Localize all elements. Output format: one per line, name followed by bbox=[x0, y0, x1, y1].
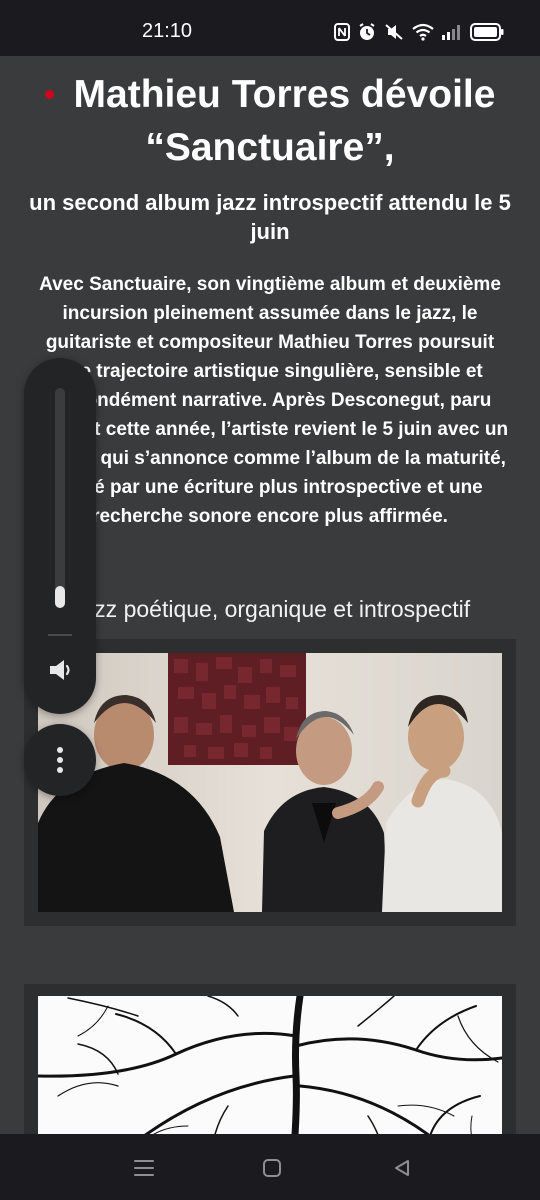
battery-icon bbox=[470, 23, 504, 41]
home-button[interactable] bbox=[258, 1154, 286, 1182]
volume-panel[interactable] bbox=[24, 358, 96, 714]
more-options-button[interactable] bbox=[24, 724, 96, 796]
band-photo[interactable] bbox=[38, 653, 502, 912]
article-title: Mathieu Torres dévoile “Sanctuaire”, bbox=[20, 68, 520, 174]
album-art-frame bbox=[24, 984, 516, 1134]
article-lede: Avec Sanctuaire, son vingtième album et … bbox=[31, 274, 509, 527]
mute-icon bbox=[385, 24, 403, 40]
status-icons bbox=[334, 22, 504, 42]
status-time: 21:10 bbox=[142, 20, 193, 42]
square-icon bbox=[263, 1159, 281, 1177]
more-vertical-icon bbox=[57, 747, 63, 773]
article-title-text: Mathieu Torres dévoile “Sanctuaire”, bbox=[73, 73, 496, 169]
menu-lines-icon bbox=[134, 1160, 154, 1176]
speaker-icon[interactable] bbox=[46, 656, 74, 684]
recents-button[interactable] bbox=[130, 1154, 158, 1182]
band-photo-frame bbox=[24, 639, 516, 926]
back-button[interactable] bbox=[388, 1154, 416, 1182]
wifi-icon bbox=[412, 23, 434, 41]
nfc-icon bbox=[334, 23, 350, 41]
alarm-icon bbox=[359, 23, 375, 40]
signal-icon bbox=[442, 25, 460, 40]
article-subtitle: un second album jazz introspectif attend… bbox=[29, 190, 511, 244]
album-art[interactable] bbox=[38, 996, 502, 1134]
back-triangle-icon bbox=[395, 1160, 409, 1176]
navigation-bar bbox=[0, 1134, 540, 1200]
status-bar: 21:10 bbox=[0, 0, 540, 56]
volume-divider bbox=[48, 634, 72, 636]
red-dot-icon bbox=[44, 90, 54, 100]
volume-slider[interactable] bbox=[55, 388, 65, 608]
volume-level-fill bbox=[55, 586, 65, 608]
